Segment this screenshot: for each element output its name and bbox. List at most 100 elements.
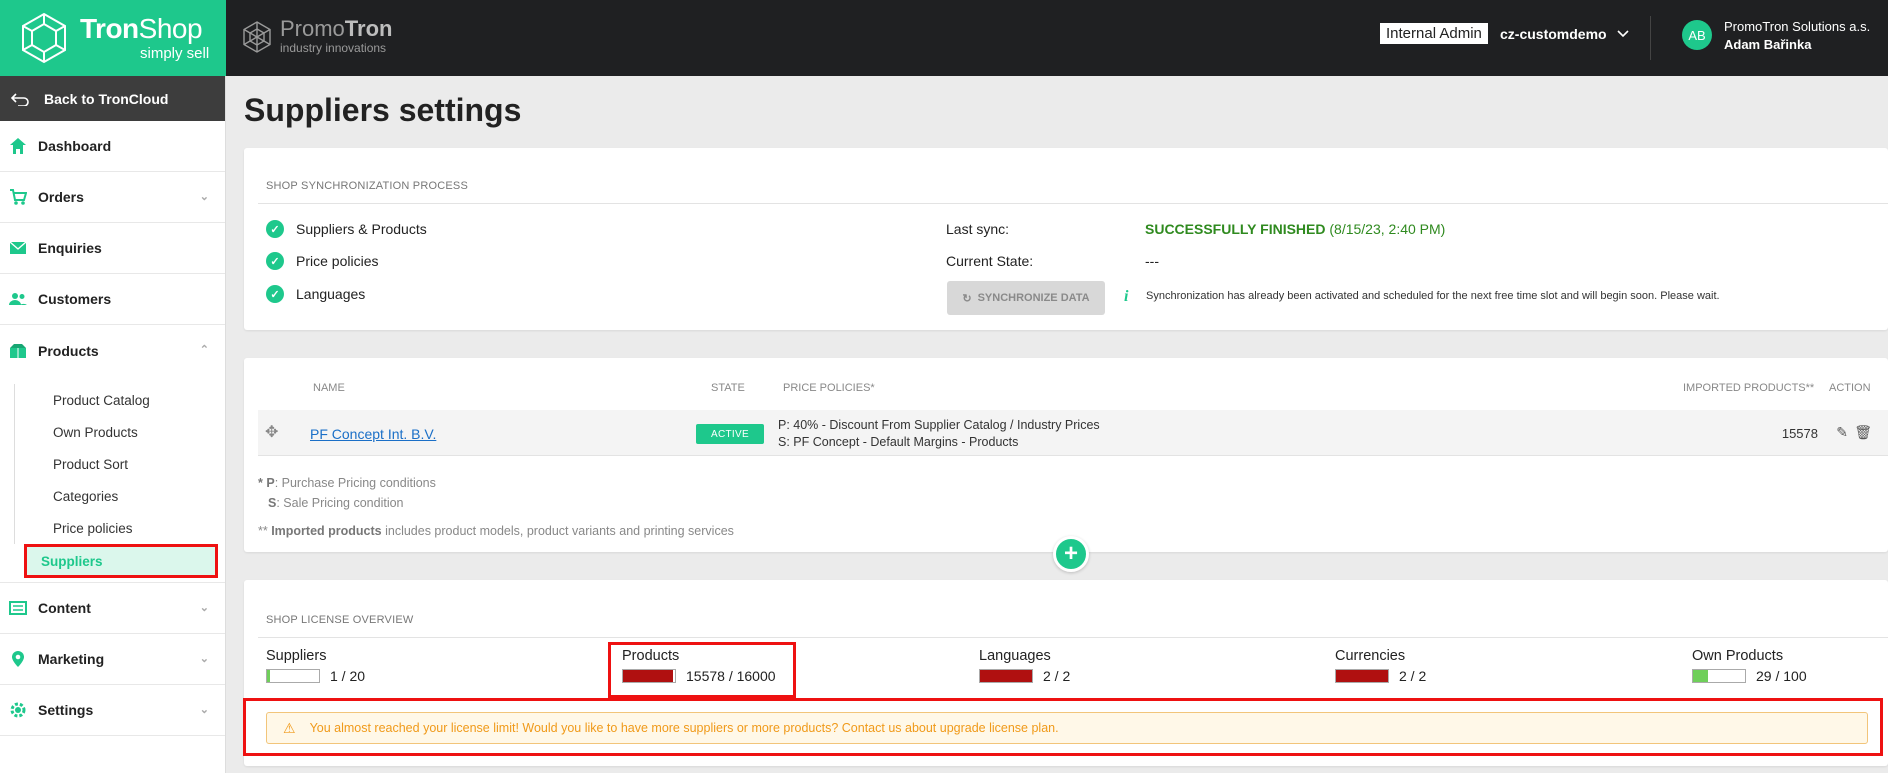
column-header-action: ACTION (1829, 382, 1871, 394)
user-menu[interactable]: PromoTron Solutions a.s. Adam Bařinka (1724, 18, 1870, 54)
policy-sale: S: PF Concept - Default Margins - Produc… (778, 435, 1019, 449)
supplier-link[interactable]: PF Concept Int. B.V. (310, 426, 436, 442)
suppliers-table-card: NAME STATE PRICE POLICIES* IMPORTED PROD… (244, 358, 1888, 552)
cart-icon (8, 187, 28, 207)
current-state-value: --- (1145, 253, 1159, 269)
sidebar-item-label: Enquiries (38, 240, 102, 256)
license-bar-fill (1693, 670, 1709, 682)
partner-tagline: industry innovations (280, 41, 387, 55)
sidebar: Back to TronCloud Dashboard Orders ⌄ Enq… (0, 76, 226, 773)
sidebar-item-label: Products (38, 342, 99, 359)
top-bar: TronShop simply sell PromoTron industry … (0, 0, 1888, 76)
footnote-sale: S: Sale Pricing condition (268, 496, 404, 510)
envelope-icon (8, 238, 28, 258)
sidebar-subitem-categories[interactable]: Categories (14, 480, 225, 512)
sync-check-label: Suppliers & Products (296, 221, 427, 237)
license-bar-fill (980, 670, 1032, 682)
sidebar-item-label: Orders (38, 189, 84, 205)
check-circle-icon: ✓ (266, 252, 284, 270)
license-languages: Languages 2 / 2 (979, 648, 1070, 684)
sync-check-label: Languages (296, 286, 366, 302)
brand-tagline: simply sell (140, 45, 210, 62)
footnote-imported: ** Imported products includes product mo… (258, 524, 734, 538)
synchronize-data-label: SYNCHRONIZE DATA (977, 292, 1090, 304)
page-title: Suppliers settings (244, 92, 522, 128)
column-header-imported-products: IMPORTED PRODUCTS** (1683, 382, 1815, 394)
sidebar-item-products[interactable]: Products ⌃ (0, 325, 225, 376)
sidebar-item-enquiries[interactable]: Enquiries (0, 223, 225, 274)
license-bar (266, 669, 320, 683)
sidebar-subitem-own-products[interactable]: Own Products (14, 416, 225, 448)
license-bar-fill (1336, 670, 1388, 682)
chevron-down-icon (1617, 30, 1629, 38)
license-bar (1692, 669, 1746, 683)
highlight-products-box (608, 642, 796, 698)
check-circle-icon: ✓ (266, 285, 284, 303)
license-overview-card: SHOP LICENSE OVERVIEW Suppliers 1 / 20 P… (243, 580, 1888, 766)
pin-icon (8, 649, 28, 669)
license-label: Own Products (1692, 648, 1784, 664)
partner-cube-icon (243, 20, 271, 53)
home-icon (8, 136, 28, 156)
column-header-price-policies: PRICE POLICIES* (783, 382, 875, 394)
drag-handle-icon[interactable]: ✥ (265, 422, 278, 442)
chevron-up-icon: ⌃ (199, 344, 209, 356)
current-state-label: Current State: (946, 253, 1034, 269)
sidebar-item-label: Dashboard (38, 138, 112, 154)
sync-check-label: Price policies (296, 253, 379, 269)
users-icon (8, 289, 28, 309)
brand-logo[interactable]: TronShop simply sell (0, 0, 226, 76)
content-icon (8, 598, 28, 618)
chevron-down-icon: ⌄ (199, 653, 209, 665)
license-bar (1335, 669, 1389, 683)
license-currencies: Currencies 2 / 2 (1335, 648, 1426, 684)
avatar[interactable]: AB (1682, 20, 1712, 50)
sidebar-item-customers[interactable]: Customers (0, 274, 225, 325)
sidebar-subitem-product-catalog[interactable]: Product Catalog (14, 384, 225, 416)
back-to-troncloud-link[interactable]: Back to TronCloud (0, 76, 225, 121)
partner-logo: PromoTron industry innovations (242, 18, 392, 55)
sidebar-subitem-price-policies[interactable]: Price policies (14, 512, 225, 544)
sidebar-item-orders[interactable]: Orders ⌄ (0, 172, 225, 223)
license-count: 1 / 20 (330, 668, 366, 684)
gear-icon (8, 700, 28, 720)
check-circle-icon: ✓ (266, 220, 284, 238)
chevron-down-icon: ⌄ (199, 602, 209, 614)
sidebar-item-label: Settings (38, 702, 94, 718)
license-count: 2 / 2 (1043, 668, 1071, 684)
last-sync-value: SUCCESSFULLY FINISHED (8/15/23, 2:40 PM) (1145, 221, 1445, 237)
sidebar-subitem-suppliers[interactable]: Suppliers (24, 544, 218, 578)
sidebar-item-settings[interactable]: Settings ⌄ (0, 685, 225, 736)
edit-icon[interactable]: ✎ (1836, 424, 1848, 441)
table-row: ✥ PF Concept Int. B.V. ACTIVE P: 40% - D… (258, 410, 1888, 456)
role-badge: Internal Admin (1380, 23, 1488, 44)
column-header-state: STATE (711, 382, 745, 394)
footnote-purchase: * P: Purchase Pricing conditions (258, 476, 436, 490)
license-bar-fill (267, 670, 270, 682)
license-count: 2 / 2 (1399, 668, 1427, 684)
company-name: PromoTron Solutions a.s. (1724, 19, 1871, 34)
info-icon: i (1124, 288, 1129, 305)
sidebar-item-dashboard[interactable]: Dashboard (0, 121, 225, 172)
imported-count: 15578 (1781, 426, 1818, 441)
synchronize-data-button[interactable]: ↻ SYNCHRONIZE DATA (947, 281, 1105, 315)
sync-check-suppliers: ✓ Suppliers & Products (266, 220, 427, 238)
license-suppliers: Suppliers 1 / 20 (266, 648, 365, 684)
last-sync-status: SUCCESSFULLY FINISHED (1145, 221, 1326, 237)
license-heading: SHOP LICENSE OVERVIEW (266, 614, 414, 626)
sync-heading: SHOP SYNCHRONIZATION PROCESS (266, 180, 468, 192)
cube-logo-icon (22, 12, 66, 64)
divider (258, 203, 1888, 204)
sidebar-item-marketing[interactable]: Marketing ⌄ (0, 634, 225, 685)
sidebar-item-content[interactable]: Content ⌄ (0, 583, 225, 634)
boxes-icon (8, 341, 28, 361)
sidebar-subitem-product-sort[interactable]: Product Sort (14, 448, 225, 480)
tenant-selector[interactable]: cz-customdemo (1500, 26, 1629, 42)
sync-check-price-policies: ✓ Price policies (266, 252, 378, 270)
add-supplier-button[interactable]: + (1053, 536, 1089, 572)
trash-icon[interactable]: 🗑 (1854, 424, 1872, 441)
license-label: Languages (979, 648, 1051, 664)
chevron-down-icon: ⌄ (199, 191, 209, 203)
refresh-icon: ↻ (962, 292, 972, 305)
sidebar-item-label: Content (38, 600, 91, 616)
